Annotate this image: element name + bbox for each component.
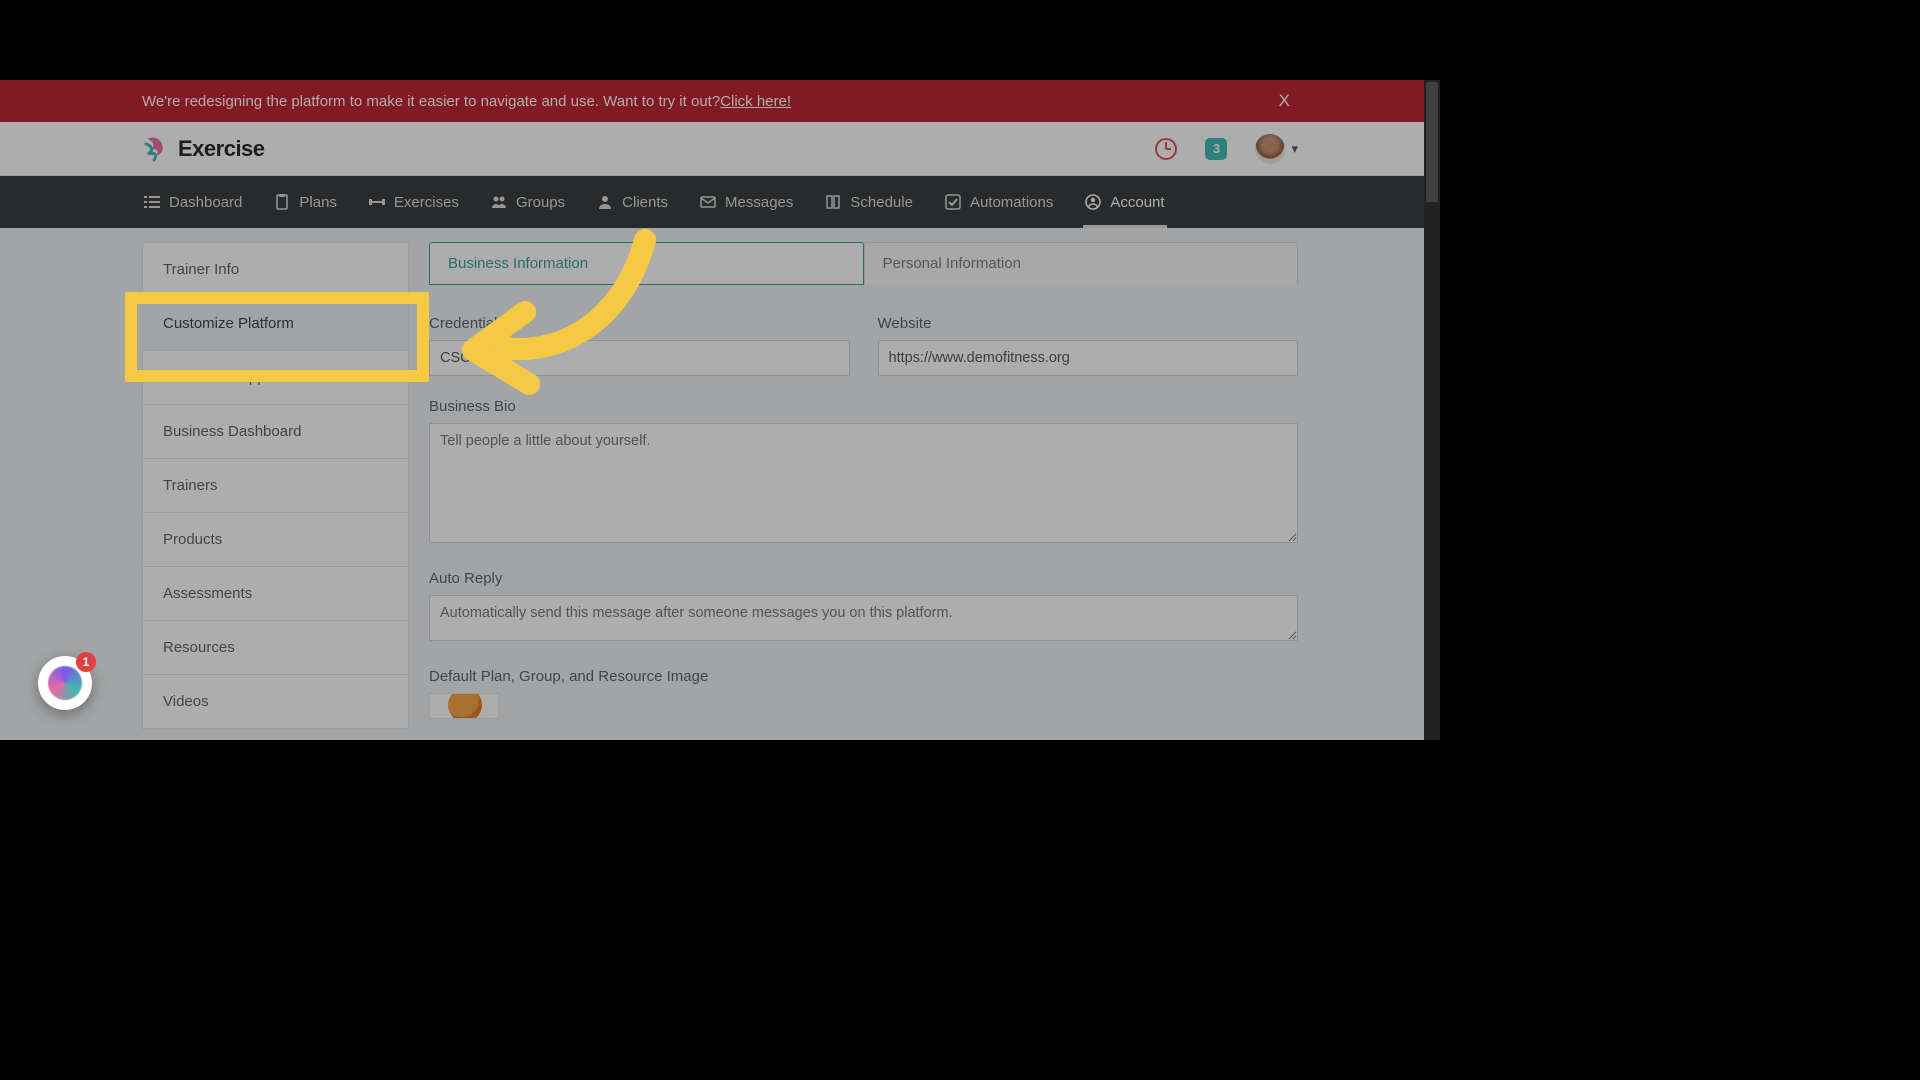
nav-exercises[interactable]: Exercises	[367, 176, 461, 228]
bio-label: Business Bio	[429, 398, 1298, 415]
auto-reply-textarea[interactable]	[429, 595, 1298, 641]
auto-reply-label: Auto Reply	[429, 570, 1298, 587]
nav-label: Exercises	[394, 194, 459, 211]
nav-label: Clients	[622, 194, 668, 211]
dumbbell-icon	[369, 194, 385, 210]
nav-messages[interactable]: Messages	[698, 176, 795, 228]
nav-label: Plans	[299, 194, 337, 211]
nav-label: Schedule	[850, 194, 913, 211]
logo-icon	[142, 136, 168, 162]
sidebar-item-resources[interactable]: Resources	[143, 621, 408, 675]
sidebar-item-trainers[interactable]: Trainers	[143, 459, 408, 513]
nav-label: Messages	[725, 194, 793, 211]
group-icon	[491, 194, 507, 210]
notification-badge[interactable]: 3	[1205, 138, 1227, 160]
user-menu[interactable]: ▾	[1255, 134, 1298, 164]
envelope-icon	[700, 194, 716, 210]
avatar	[1255, 134, 1285, 164]
credentials-input[interactable]	[429, 340, 850, 376]
sidebar-item-products[interactable]: Products	[143, 513, 408, 567]
sidebar-item-business-dashboard[interactable]: Business Dashboard	[143, 405, 408, 459]
redesign-banner: We're redesigning the platform to make i…	[0, 80, 1440, 122]
account-icon	[1085, 194, 1101, 210]
nav-label: Automations	[970, 194, 1053, 211]
nav-clients[interactable]: Clients	[595, 176, 670, 228]
nav-schedule[interactable]: Schedule	[823, 176, 915, 228]
nav-label: Dashboard	[169, 194, 242, 211]
sidebar-item-assessments[interactable]: Assessments	[143, 567, 408, 621]
scrollbar-thumb[interactable]	[1426, 82, 1438, 202]
header-bar: Exercise 3 ▾	[0, 122, 1440, 176]
check-icon	[945, 194, 961, 210]
person-icon	[597, 194, 613, 210]
default-image-preview[interactable]	[429, 693, 499, 719]
default-image-label: Default Plan, Group, and Resource Image	[429, 668, 1298, 685]
help-badge: 1	[76, 652, 96, 672]
info-tabs: Business Information Personal Informatio…	[429, 242, 1298, 285]
sidebar-item-videos[interactable]: Videos	[143, 675, 408, 729]
clipboard-icon	[274, 194, 290, 210]
nav-automations[interactable]: Automations	[943, 176, 1055, 228]
clock-icon[interactable]	[1155, 138, 1177, 160]
brand-logo[interactable]: Exercise	[142, 136, 265, 162]
sidebar-item-customize-platform[interactable]: Customize Platform	[143, 297, 408, 351]
main-panel: Business Information Personal Informatio…	[429, 242, 1298, 741]
nav-account[interactable]: Account	[1083, 179, 1166, 228]
help-fab[interactable]: 1	[38, 656, 92, 710]
tab-personal-information[interactable]: Personal Information	[864, 242, 1299, 285]
banner-close-button[interactable]: X	[1279, 91, 1290, 111]
website-label: Website	[878, 315, 1299, 332]
banner-link[interactable]: Click here!	[720, 93, 791, 110]
website-input[interactable]	[878, 340, 1299, 376]
list-icon	[144, 194, 160, 210]
help-icon	[48, 666, 82, 700]
nav-label: Groups	[516, 194, 565, 211]
nav-groups[interactable]: Groups	[489, 176, 567, 228]
nav-label: Account	[1110, 194, 1164, 211]
tab-business-information[interactable]: Business Information	[429, 242, 864, 285]
sidebar-item-connected-apps[interactable]: Connected Apps	[143, 351, 408, 405]
main-nav: Dashboard Plans Exercises Groups Clients…	[0, 176, 1440, 228]
sidebar-item-trainer-info[interactable]: Trainer Info	[143, 243, 408, 297]
book-icon	[825, 194, 841, 210]
banner-text: We're redesigning the platform to make i…	[142, 93, 720, 110]
bio-textarea[interactable]	[429, 423, 1298, 543]
chevron-down-icon: ▾	[1291, 141, 1298, 157]
nav-plans[interactable]: Plans	[272, 176, 339, 228]
credentials-label: Credentials	[429, 315, 850, 332]
brand-name: Exercise	[178, 136, 265, 162]
account-sidebar: Trainer Info Customize Platform Connecte…	[142, 242, 409, 730]
nav-dashboard[interactable]: Dashboard	[142, 176, 244, 228]
